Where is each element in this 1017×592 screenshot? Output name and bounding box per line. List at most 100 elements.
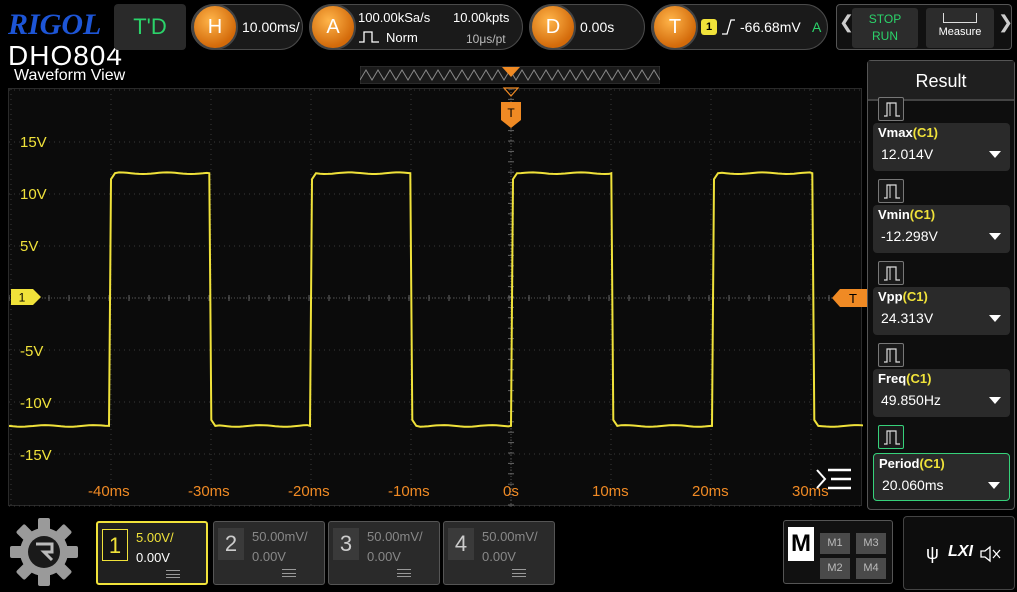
measure-item-name: Vmax(C1) — [878, 125, 938, 140]
channel-number: 3 — [333, 528, 359, 560]
chevron-right-icon[interactable]: ❯ — [998, 12, 1013, 33]
time-per-point: 10μs/pt — [466, 32, 506, 46]
result-panel-title: Result — [868, 61, 1014, 101]
usb-icon[interactable]: ψ — [926, 543, 939, 564]
trigger-level-marker[interactable]: T — [832, 289, 868, 307]
channel-offset: 0.00V — [136, 550, 170, 565]
horizontal-scale: 10.00ms/ — [242, 19, 300, 35]
trigger-icon: T — [652, 4, 698, 50]
measure-item-icon[interactable] — [878, 97, 904, 121]
td-status-button[interactable]: T'D — [114, 4, 186, 50]
trigger-settings[interactable]: T 1 -66.68mV A — [651, 4, 828, 50]
measure-item-icon[interactable] — [878, 343, 904, 367]
x-label: -40ms — [88, 483, 130, 500]
measure-item-value: 49.850Hz — [881, 392, 941, 408]
stop-run-button[interactable]: STOP RUN — [852, 8, 918, 48]
lxi-icon[interactable]: LXI — [948, 543, 973, 561]
channel-scale: 50.00mV/ — [367, 529, 423, 544]
trigger-ruler-pointer — [502, 67, 520, 77]
channel-menu-icon[interactable] — [512, 569, 526, 577]
measure-item-name: Period(C1) — [879, 456, 945, 471]
acquire-settings[interactable]: A 100.00kSa/s 10.00kpts Norm 10μs/pt — [309, 4, 523, 50]
channel-1-marker-label: 1 — [19, 291, 26, 305]
measure-item-value: 24.313V — [881, 310, 934, 326]
channel-number: 1 — [102, 529, 128, 561]
measure-label: Measure — [938, 26, 982, 38]
y-label-15v: 15V — [20, 134, 47, 151]
td-label: T'D — [133, 14, 167, 39]
pulse-icon — [359, 31, 379, 43]
delay-settings[interactable]: D 0.00s — [529, 4, 645, 50]
channel-scale: 50.00mV/ — [252, 529, 308, 544]
model-name: DHO804 — [8, 40, 123, 71]
memory-depth: 10.00kpts — [453, 10, 510, 25]
math-m3-button[interactable]: M3 — [856, 533, 886, 554]
channel-1-offset-marker[interactable]: 1 — [11, 289, 41, 305]
trigger-level: -66.68mV — [740, 19, 801, 35]
measure-item-name: Freq(C1) — [878, 371, 932, 386]
sample-rate: 100.00kSa/s — [358, 10, 431, 25]
x-label: 20ms — [692, 483, 729, 500]
horizontal-settings[interactable]: H 10.00ms/ — [191, 4, 303, 50]
waveform-canvas — [9, 89, 863, 507]
y-label-minus-10v: -10V — [20, 395, 52, 412]
measure-item-name: Vmin(C1) — [878, 207, 936, 222]
channel-number: 2 — [218, 528, 244, 560]
measure-item-vpp[interactable]: Vpp(C1) 24.313V — [873, 287, 1010, 335]
status-tray: ψ LXI — [903, 516, 1015, 590]
measure-item-freq[interactable]: Freq(C1) 49.850Hz — [873, 369, 1010, 417]
channel-menu-icon[interactable] — [397, 569, 411, 577]
delay-icon: D — [530, 4, 576, 50]
measure-item-value: -12.298V — [881, 228, 938, 244]
math-m2-button[interactable]: M2 — [820, 558, 850, 579]
horizontal-icon: H — [192, 4, 238, 50]
ruler-icon — [943, 13, 977, 23]
settings-gear-icon[interactable] — [6, 516, 82, 588]
dropdown-arrow-icon[interactable] — [989, 233, 1001, 240]
measure-button[interactable]: Measure — [926, 8, 994, 48]
channel-number: 4 — [448, 528, 474, 560]
math-m4-button[interactable]: M4 — [856, 558, 886, 579]
x-label: -20ms — [288, 483, 330, 500]
measure-item-period[interactable]: Period(C1) 20.060ms — [873, 453, 1010, 501]
acquire-mode: Norm — [386, 30, 418, 45]
channel-4-box[interactable]: 4 50.00mV/0.00V — [443, 521, 555, 585]
channel-2-box[interactable]: 2 50.00mV/0.00V — [213, 521, 325, 585]
run-label: RUN — [872, 29, 898, 43]
dropdown-arrow-icon[interactable] — [989, 397, 1001, 404]
math-label[interactable]: M — [788, 527, 814, 561]
measure-item-name: Vpp(C1) — [878, 289, 928, 304]
dropdown-arrow-icon[interactable] — [988, 482, 1000, 489]
channel-offset: 0.00V — [367, 549, 401, 564]
rigol-logo: RIGOL — [8, 8, 102, 41]
measure-item-vmax[interactable]: Vmax(C1) 12.014V — [873, 123, 1010, 171]
trigger-position-marker-label: T — [507, 106, 515, 120]
channel-offset: 0.00V — [252, 549, 286, 564]
waveform-plot[interactable] — [8, 88, 863, 507]
top-bar: RIGOL DHO804 T'D H 10.00ms/ A 100.00kSa/… — [0, 0, 1017, 70]
channel-menu-icon[interactable] — [282, 569, 296, 577]
channel-1-box[interactable]: 1 5.00V/0.00V — [96, 521, 208, 585]
rising-edge-icon — [722, 19, 735, 35]
measure-item-icon[interactable] — [878, 425, 904, 449]
dropdown-arrow-icon[interactable] — [989, 315, 1001, 322]
measure-item-icon[interactable] — [878, 261, 904, 285]
acquire-icon: A — [310, 4, 356, 50]
waveform-menu-icon[interactable] — [813, 466, 853, 496]
y-label-minus-15v: -15V — [20, 447, 52, 464]
trigger-coupling: A — [812, 19, 822, 35]
channel-scale: 50.00mV/ — [482, 529, 538, 544]
dropdown-arrow-icon[interactable] — [989, 151, 1001, 158]
math-m1-button[interactable]: M1 — [820, 533, 850, 554]
x-label: -30ms — [188, 483, 230, 500]
measure-item-icon[interactable] — [878, 179, 904, 203]
speaker-mute-icon[interactable] — [980, 545, 1002, 563]
measure-item-vmin[interactable]: Vmin(C1) -12.298V — [873, 205, 1010, 253]
trigger-position-marker[interactable]: T — [501, 86, 521, 130]
delay-value: 0.00s — [580, 19, 615, 35]
measure-result-panel: Result Vmax(C1) 12.014V Vmin(C1) -12.298V Vp… — [867, 60, 1015, 510]
trigger-level-marker-label: T — [849, 291, 857, 306]
channel-3-box[interactable]: 3 50.00mV/0.00V — [328, 521, 440, 585]
measure-item-value: 20.060ms — [882, 477, 944, 493]
channel-menu-icon[interactable] — [166, 570, 180, 578]
